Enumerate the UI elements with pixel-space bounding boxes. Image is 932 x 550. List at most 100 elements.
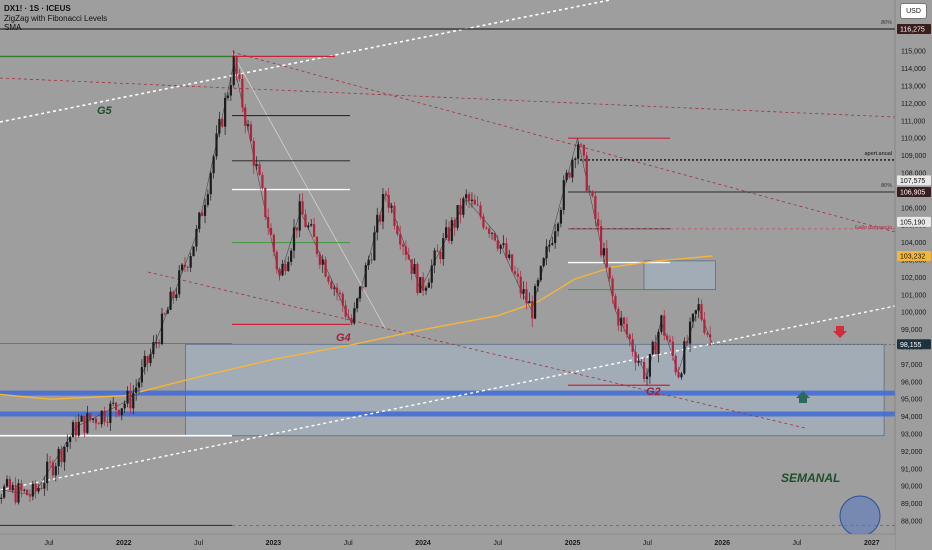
candle-body-213 xyxy=(585,155,588,191)
candle-body-128 xyxy=(341,293,344,306)
price-tag-label-1: 107,575 xyxy=(900,178,925,185)
candle-body-72 xyxy=(180,264,184,271)
candle-body-124 xyxy=(330,281,333,289)
candle-body-83 xyxy=(212,156,215,174)
candle-body-208 xyxy=(571,159,574,178)
candle-body-79 xyxy=(201,212,204,216)
y-tick-99000: 99,000 xyxy=(901,327,923,334)
candle-body-44 xyxy=(100,410,103,425)
candle-body-71 xyxy=(178,270,181,295)
candle-body-207 xyxy=(568,172,571,178)
candle-body-88 xyxy=(226,95,230,98)
candle-body-243 xyxy=(671,341,674,356)
chart-container: G5 G4 G2 SEMANAL apert.anual Fallo del precio… xyxy=(0,0,932,550)
candle-body-256 xyxy=(709,334,712,338)
candle-body-11 xyxy=(5,479,9,487)
candle-body-226 xyxy=(622,317,626,325)
candle-body-126 xyxy=(335,287,339,293)
y-tick-112000: 112,000 xyxy=(901,101,926,108)
price-tag-label-5: 98,155 xyxy=(900,342,922,349)
candle-body-138 xyxy=(370,259,373,261)
candle-body-34 xyxy=(71,422,75,438)
candle-body-127 xyxy=(338,292,342,294)
candle-body-183 xyxy=(499,245,502,249)
candle-body-28 xyxy=(54,466,57,476)
candle-body-81 xyxy=(206,194,209,205)
candle-body-78 xyxy=(198,212,201,229)
candle-body-247 xyxy=(683,341,686,374)
candle-body-248 xyxy=(686,341,689,344)
candle-body-30 xyxy=(60,448,63,463)
candle-body-45 xyxy=(103,410,106,422)
candle-body-99 xyxy=(258,164,261,176)
candle-body-9 xyxy=(0,497,3,499)
candle-body-233 xyxy=(643,361,646,379)
x-tick-2: Jul xyxy=(194,540,203,547)
candle-body-118 xyxy=(312,224,316,237)
candle-body-142 xyxy=(381,194,385,222)
candle-body-154 xyxy=(416,264,419,293)
candle-body-86 xyxy=(221,118,224,127)
plot-background xyxy=(0,0,895,534)
annotation-apert-anual: apert.anual xyxy=(864,151,892,157)
y-tick-91000: 91,000 xyxy=(901,466,923,473)
candle-body-158 xyxy=(427,282,430,288)
candle-body-204 xyxy=(559,209,563,224)
candle-body-137 xyxy=(367,259,370,266)
candle-body-129 xyxy=(344,305,347,317)
candle-body-85 xyxy=(218,118,221,134)
candle-body-236 xyxy=(651,341,654,355)
y-tick-95000: 95,000 xyxy=(901,397,923,404)
candle-body-102 xyxy=(267,217,270,228)
candle-body-134 xyxy=(358,286,362,299)
candle-body-178 xyxy=(485,227,488,229)
candle-body-90 xyxy=(232,56,235,86)
y-tick-111000: 111,000 xyxy=(901,118,925,125)
candle-body-223 xyxy=(614,295,617,309)
candle-body-182 xyxy=(496,240,499,249)
candle-body-123 xyxy=(327,276,330,282)
candle-body-224 xyxy=(617,308,620,326)
currency-button[interactable]: USD xyxy=(900,3,927,19)
indicator-sma-label[interactable]: SMA xyxy=(4,23,21,32)
symbol-title[interactable]: DX1! · 1S · ICEUS xyxy=(4,4,71,13)
candle-body-133 xyxy=(356,298,359,309)
candle-body-173 xyxy=(470,199,474,201)
y-tick-88000: 88,000 xyxy=(901,519,923,526)
y-tick-104000: 104,000 xyxy=(901,240,926,247)
y-tick-90000: 90,000 xyxy=(901,484,923,491)
candle-body-107 xyxy=(281,264,284,276)
candle-body-151 xyxy=(407,254,410,260)
indicator-zigzag-label[interactable]: ZigZag with Fibonacci Levels xyxy=(4,14,107,23)
candle-body-48 xyxy=(112,402,115,404)
candle-body-119 xyxy=(315,236,319,254)
candle-body-222 xyxy=(611,278,614,296)
candle-body-104 xyxy=(272,234,276,252)
candle-body-25 xyxy=(46,461,49,484)
candle-body-42 xyxy=(94,418,98,424)
candle-body-238 xyxy=(657,331,660,355)
candle-body-12 xyxy=(8,479,11,491)
candle-body-225 xyxy=(620,317,623,326)
price-chart[interactable]: G5 G4 G2 SEMANAL apert.anual Fallo del precio… xyxy=(0,0,932,550)
candle-body-63 xyxy=(155,342,158,343)
zone-1 xyxy=(643,260,716,290)
candle-body-56 xyxy=(135,387,138,393)
annotation-fallo: Fallo del precio xyxy=(855,225,892,231)
candle-body-109 xyxy=(287,261,290,272)
candle-body-23 xyxy=(40,487,43,489)
candle-body-33 xyxy=(69,437,72,443)
candle-body-232 xyxy=(640,361,643,363)
candle-body-121 xyxy=(321,259,324,265)
candle-body-40 xyxy=(89,413,92,420)
x-tick-10: Jul xyxy=(793,540,802,547)
candle-body-228 xyxy=(628,334,631,340)
candle-body-172 xyxy=(467,194,471,201)
candle-body-239 xyxy=(660,315,663,332)
candle-body-146 xyxy=(393,205,396,227)
candle-body-13 xyxy=(11,485,14,491)
candle-body-68 xyxy=(169,291,172,310)
candle-body-209 xyxy=(574,158,577,160)
candle-body-41 xyxy=(91,418,95,420)
y-tick-101000: 101,000 xyxy=(901,292,926,299)
